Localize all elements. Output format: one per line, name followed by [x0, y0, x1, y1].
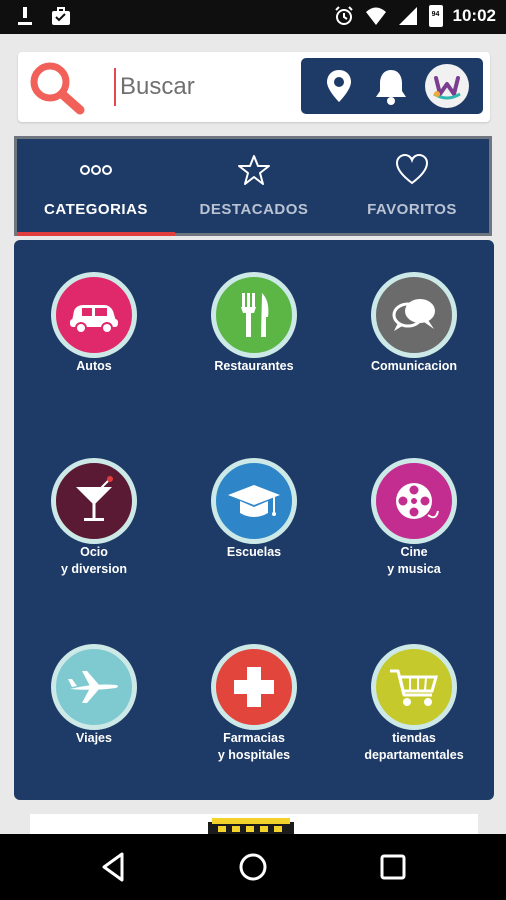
cocktail-icon	[76, 476, 113, 521]
category-icon-circle	[371, 644, 457, 730]
heart-icon	[395, 153, 429, 185]
category-icon-circle	[211, 272, 297, 358]
search-icon[interactable]	[26, 58, 88, 116]
category-icon-circle	[371, 272, 457, 358]
category-icon-circle	[211, 458, 297, 544]
film-reel-icon	[396, 483, 439, 519]
category-label: Cine y musica	[334, 544, 494, 578]
alarm-icon	[334, 6, 353, 25]
tab-destacados[interactable]: DESTACADOS	[175, 139, 333, 233]
category-icon-circle	[211, 644, 297, 730]
category-label-line: departamentales	[364, 748, 464, 762]
category-label: Restaurantes	[214, 359, 294, 373]
download-icon	[18, 7, 32, 25]
category-label-line: Farmacias	[223, 731, 285, 745]
wifi-icon	[365, 7, 386, 25]
profile-button[interactable]	[425, 64, 469, 108]
location-button[interactable]	[319, 66, 359, 106]
category-viajes[interactable]: Viajes	[14, 612, 174, 798]
car-icon	[70, 305, 118, 334]
shopping-cart-icon	[390, 669, 438, 706]
three-dots-icon	[80, 165, 112, 175]
briefcase-icon	[52, 7, 70, 25]
tab-label: FAVORITOS	[367, 201, 457, 218]
category-ocio-y-diversion[interactable]: Ocio y diversion	[14, 426, 174, 612]
category-label-line: tiendas	[392, 731, 436, 745]
search-bar	[18, 52, 490, 122]
category-icon-circle	[51, 458, 137, 544]
category-label: Comunicacion	[370, 359, 458, 373]
category-label-line: y hospitales	[217, 748, 291, 762]
signal-icon	[398, 7, 417, 25]
category-icon-circle	[51, 272, 137, 358]
home-icon[interactable]	[233, 848, 273, 886]
speech-bubbles-icon	[392, 299, 435, 331]
category-icon-circle	[371, 458, 457, 544]
category-label: Ocio y diversion	[14, 544, 174, 578]
category-label: tiendas departamentales	[334, 730, 494, 764]
category-label: Escuelas	[226, 545, 282, 559]
header-actions	[301, 58, 483, 114]
status-bar: 94 10:02	[0, 0, 506, 34]
notifications-button[interactable]	[371, 66, 411, 106]
category-label: Farmacias y hospitales	[174, 730, 334, 764]
category-grid: Autos Restaurantes Comunicacion Ocio y d…	[14, 240, 494, 800]
search-input[interactable]	[114, 68, 304, 106]
avatar-logo-icon	[433, 76, 461, 100]
category-label-line: Cine	[400, 545, 428, 559]
category-label: Autos	[76, 359, 112, 373]
battery-icon: 94	[428, 5, 443, 27]
category-label-line: y musica	[387, 562, 441, 576]
category-label: Viajes	[76, 731, 112, 745]
airplane-icon	[68, 671, 118, 703]
category-farmacias-y-hospitales[interactable]: Farmacias y hospitales	[174, 612, 334, 798]
tab-bar: CATEGORIAS DESTACADOS FAVORITOS	[14, 136, 492, 236]
location-icon	[327, 70, 351, 102]
graduation-cap-icon	[228, 485, 280, 517]
fork-knife-icon	[241, 293, 269, 337]
category-cine-y-musica[interactable]: Cine y musica	[334, 426, 494, 612]
avatar	[425, 64, 469, 108]
system-nav-bar	[0, 834, 506, 900]
category-escuelas[interactable]: Escuelas	[174, 426, 334, 612]
category-autos[interactable]: Autos	[14, 240, 174, 426]
back-icon[interactable]	[94, 848, 134, 886]
category-restaurantes[interactable]: Restaurantes	[174, 240, 334, 426]
banner-logo-icon	[208, 818, 294, 834]
recents-icon[interactable]	[373, 848, 413, 886]
category-label-line: Ocio	[80, 545, 108, 559]
category-label-line: y diversion	[61, 562, 127, 576]
bell-icon	[376, 70, 406, 105]
category-icon-circle	[51, 644, 137, 730]
footer-banner[interactable]	[30, 814, 478, 834]
category-tiendas-departamentales[interactable]: tiendas departamentales	[334, 612, 494, 798]
battery-level: 94	[431, 11, 440, 18]
tab-favoritos[interactable]: FAVORITOS	[333, 139, 491, 233]
category-comunicacion[interactable]: Comunicacion	[334, 240, 494, 426]
tab-label: DESTACADOS	[199, 201, 309, 218]
active-tab-indicator	[17, 232, 175, 236]
clock: 10:02	[452, 6, 496, 25]
star-icon	[238, 155, 270, 185]
medical-cross-icon	[234, 667, 274, 707]
tab-categorias[interactable]: CATEGORIAS	[17, 139, 175, 236]
tab-label: CATEGORIAS	[44, 201, 148, 218]
